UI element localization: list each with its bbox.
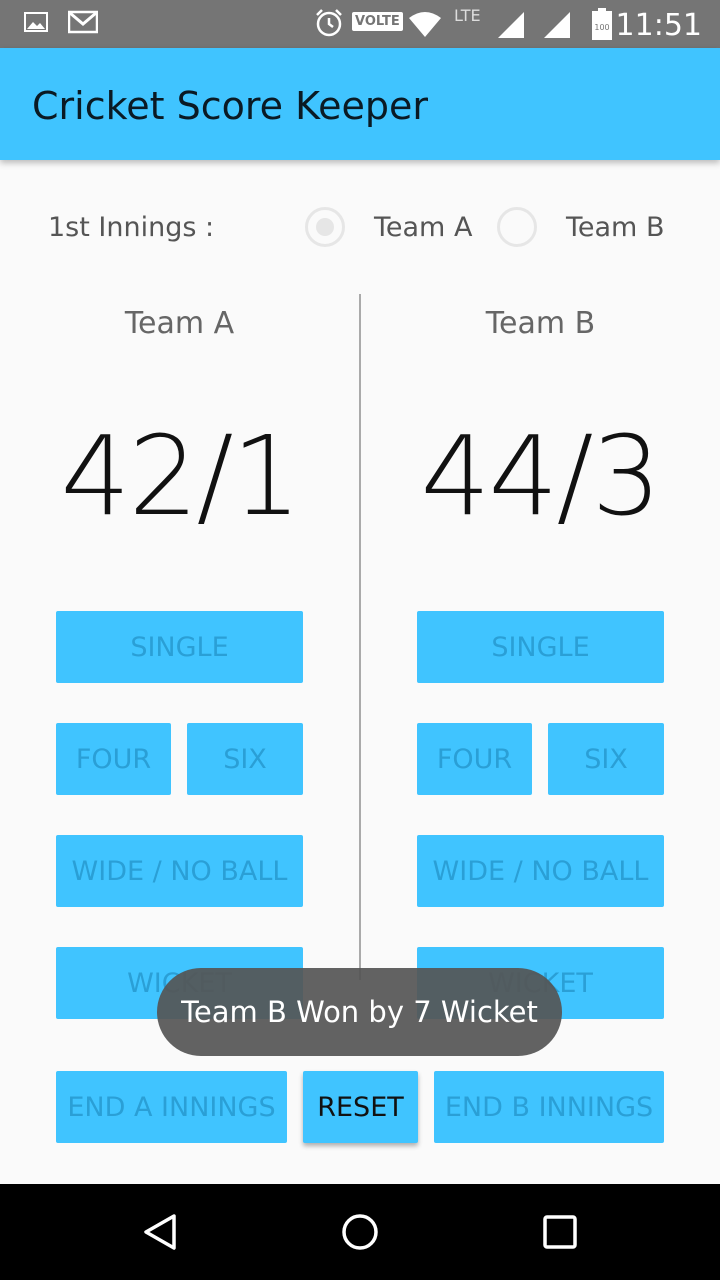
back-icon[interactable] — [136, 1208, 184, 1256]
gmail-icon — [67, 10, 99, 39]
column-divider — [359, 294, 361, 980]
team-b-four-button[interactable]: FOUR — [417, 723, 532, 795]
end-b-innings-button[interactable]: END B INNINGS — [434, 1071, 664, 1143]
app-title: Cricket Score Keeper — [32, 84, 429, 128]
team-a-six-button[interactable]: SIX — [187, 723, 303, 795]
battery-level: 100 — [594, 23, 609, 32]
wifi-icon — [408, 10, 442, 43]
team-b-name: Team B — [485, 306, 596, 341]
team-b-single-button[interactable]: SINGLE — [417, 611, 664, 683]
app-bar: Cricket Score Keeper — [0, 48, 720, 160]
status-bar: VOLTE LTE 100 11:51 — [0, 0, 720, 48]
navigation-bar — [0, 1184, 720, 1280]
reset-button[interactable]: RESET — [303, 1071, 418, 1143]
recents-icon[interactable] — [536, 1208, 584, 1256]
team-a-single-button[interactable]: SINGLE — [56, 611, 303, 683]
volte-icon: VOLTE — [352, 12, 403, 31]
radio-label-team-a[interactable]: Team A — [374, 212, 472, 243]
radio-team-b[interactable] — [497, 207, 537, 247]
result-toast: Team B Won by 7 Wicket — [157, 968, 562, 1056]
signal-icon — [496, 10, 526, 45]
alarm-icon — [314, 8, 344, 43]
clock: 11:51 — [615, 8, 702, 43]
team-b-six-button[interactable]: SIX — [548, 723, 664, 795]
lte-icon: LTE — [454, 6, 481, 25]
team-b-score: 44/3 — [420, 412, 661, 540]
team-a-name: Team A — [124, 306, 235, 341]
signal-icon — [542, 10, 572, 45]
innings-label: 1st Innings : — [48, 212, 215, 243]
team-a-wide-button[interactable]: WIDE / NO BALL — [56, 835, 303, 907]
home-icon[interactable] — [336, 1208, 384, 1256]
radio-label-team-b[interactable]: Team B — [566, 212, 664, 243]
end-a-innings-button[interactable]: END A INNINGS — [56, 1071, 287, 1143]
team-b-wide-button[interactable]: WIDE / NO BALL — [417, 835, 664, 907]
radio-team-a[interactable] — [305, 207, 345, 247]
team-a-score: 42/1 — [60, 412, 301, 540]
team-a-four-button[interactable]: FOUR — [56, 723, 171, 795]
battery-icon: 100 — [592, 8, 612, 45]
image-icon — [24, 10, 48, 39]
